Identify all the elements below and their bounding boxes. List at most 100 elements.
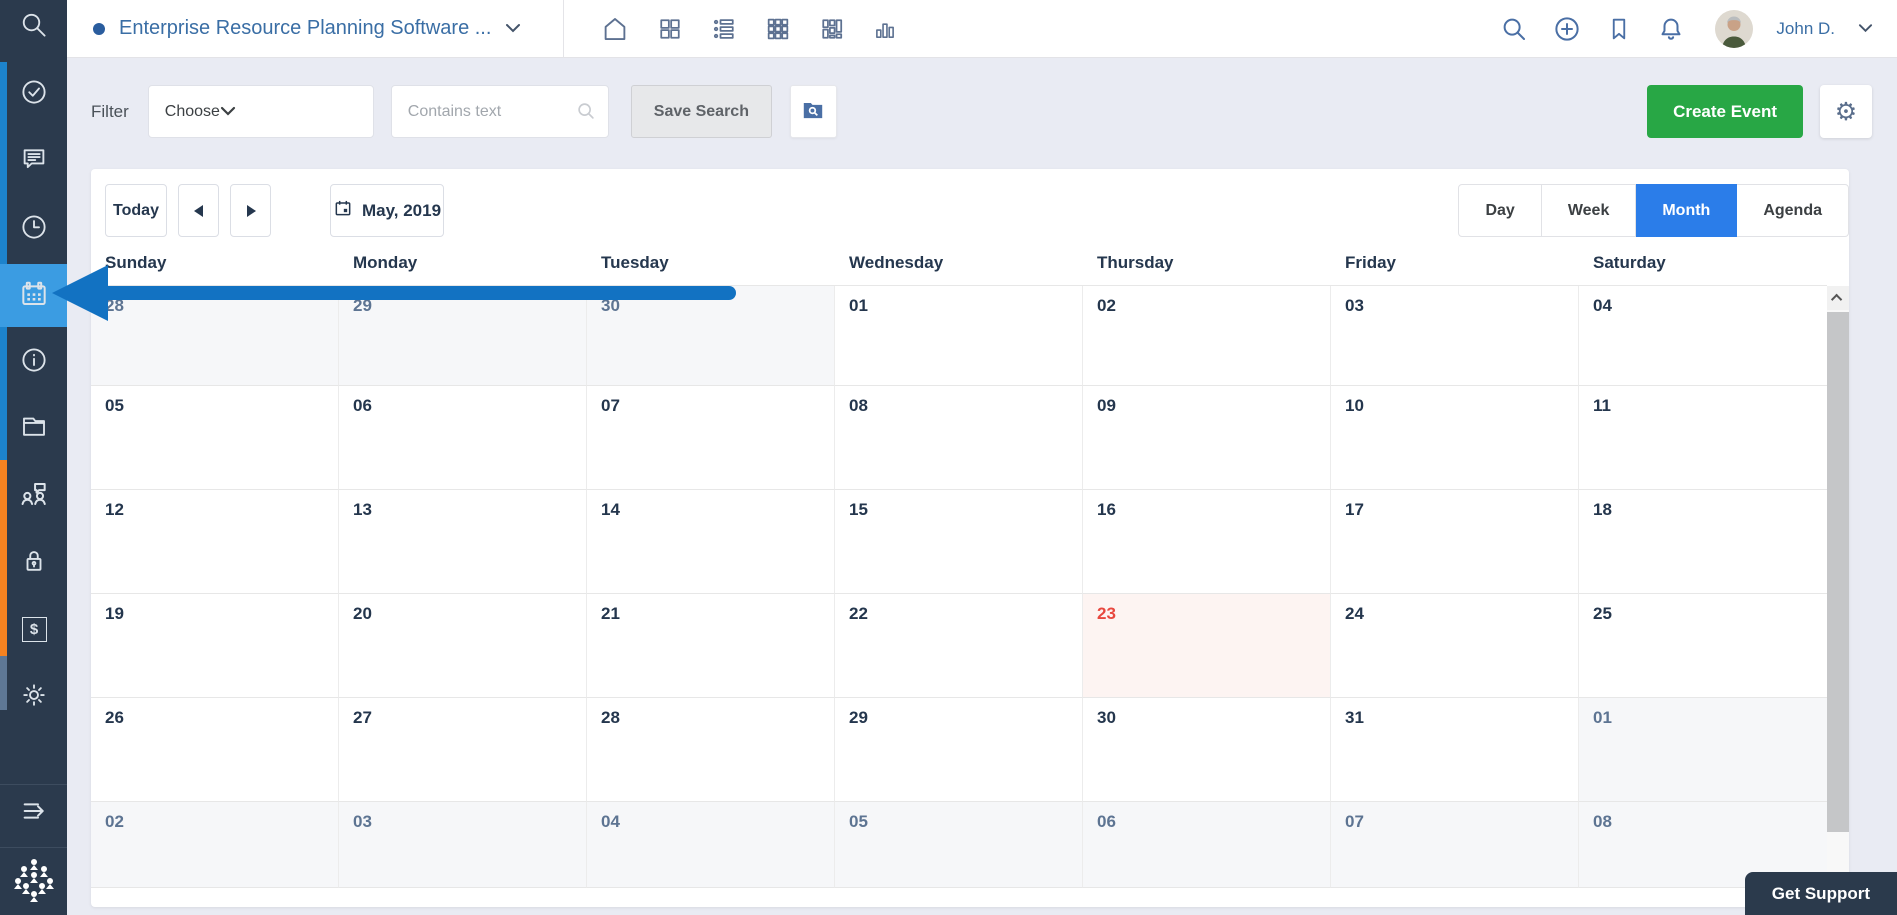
notifications-icon[interactable] (1656, 14, 1686, 44)
calendar-cell-22[interactable]: 22 (835, 594, 1083, 698)
calendar-cell-30[interactable]: 30 (1083, 698, 1331, 802)
sidebar-item-collaboration[interactable] (10, 472, 58, 520)
calendar-cell-26[interactable]: 26 (91, 698, 339, 802)
prev-month-button[interactable] (178, 184, 219, 237)
calendar-cell-25[interactable]: 25 (1579, 594, 1827, 698)
calendar-cell-28[interactable]: 28 (91, 286, 339, 386)
lock-icon (19, 546, 49, 581)
calendar-cell-20[interactable]: 20 (339, 594, 587, 698)
list-view-icon[interactable] (710, 15, 738, 43)
calendar-cell-01[interactable]: 01 (835, 286, 1083, 386)
collapse-arrow-icon (18, 795, 50, 832)
day-number: 09 (1097, 396, 1116, 415)
calendar-cell-04[interactable]: 04 (1579, 286, 1827, 386)
sidebar-item-billing[interactable]: $ (10, 605, 58, 653)
sidebar-item-info[interactable] (10, 338, 58, 386)
workspace-selector[interactable]: Enterprise Resource Planning Software ..… (93, 17, 521, 40)
next-month-button[interactable] (230, 184, 271, 237)
calendar-cell-29[interactable]: 29 (339, 286, 587, 386)
sidebar-item-settings[interactable] (10, 673, 58, 721)
calendar-cell-30[interactable]: 30 (587, 286, 835, 386)
calendar-cell-19[interactable]: 19 (91, 594, 339, 698)
day-number: 07 (601, 396, 620, 415)
bar-chart-icon[interactable] (872, 16, 898, 42)
calendar-cell-13[interactable]: 13 (339, 490, 587, 594)
filter-select[interactable]: Choose (148, 85, 374, 138)
calendar-cell-03[interactable]: 03 (1331, 286, 1579, 386)
sidebar-item-time[interactable] (10, 205, 58, 253)
calendar-cell-01[interactable]: 01 (1579, 698, 1827, 802)
get-support-button[interactable]: Get Support (1745, 872, 1897, 915)
calendar-cell-14[interactable]: 14 (587, 490, 835, 594)
day-number: 28 (105, 296, 124, 315)
calendar-cell-04[interactable]: 04 (587, 802, 835, 888)
company-logo[interactable] (10, 854, 58, 906)
calendar-cell-05[interactable]: 05 (91, 386, 339, 490)
calendar-cell-29[interactable]: 29 (835, 698, 1083, 802)
calendar-cell-27[interactable]: 27 (339, 698, 587, 802)
sidebar-collapse-button[interactable] (10, 789, 58, 837)
kanban-icon[interactable] (818, 15, 846, 43)
calendar-cell-03[interactable]: 03 (339, 802, 587, 888)
calendar-cell-16[interactable]: 16 (1083, 490, 1331, 594)
sidebar-item-search[interactable] (10, 3, 58, 51)
view-button-month[interactable]: Month (1636, 184, 1737, 237)
folder-search-icon (800, 97, 826, 126)
day-number: 26 (105, 708, 124, 727)
calendar-cell-11[interactable]: 11 (1579, 386, 1827, 490)
saved-searches-button[interactable] (790, 85, 837, 138)
calendar-cell-06[interactable]: 06 (339, 386, 587, 490)
calendar-cell-09[interactable]: 09 (1083, 386, 1331, 490)
vertical-scrollbar[interactable] (1827, 286, 1849, 887)
home-icon[interactable] (600, 14, 630, 44)
calendar-cell-21[interactable]: 21 (587, 594, 835, 698)
chevron-down-icon[interactable] (1858, 20, 1873, 38)
user-name[interactable]: John D. (1776, 19, 1835, 39)
scroll-up-button[interactable] (1827, 286, 1849, 310)
calendar-cell-18[interactable]: 18 (1579, 490, 1827, 594)
calendar-cell-06[interactable]: 06 (1083, 802, 1331, 888)
view-button-agenda[interactable]: Agenda (1737, 184, 1849, 237)
filter-bar: Filter Choose Save Search Create Event ⚙ (67, 58, 1897, 138)
calendar-settings-button[interactable]: ⚙ (1820, 85, 1872, 138)
view-button-day[interactable]: Day (1458, 184, 1541, 237)
calendar-cell-24[interactable]: 24 (1331, 594, 1579, 698)
calendar-cell-17[interactable]: 17 (1331, 490, 1579, 594)
add-icon[interactable] (1552, 14, 1582, 44)
search-icon[interactable] (1499, 14, 1529, 44)
calendar-cell-07[interactable]: 07 (587, 386, 835, 490)
calendar-cell-15[interactable]: 15 (835, 490, 1083, 594)
scrollbar-thumb[interactable] (1827, 312, 1849, 832)
bookmark-icon[interactable] (1605, 15, 1633, 43)
grid-3x3-icon[interactable] (764, 15, 792, 43)
calendar-cell-02[interactable]: 02 (91, 802, 339, 888)
sidebar-item-messages[interactable] (10, 137, 58, 185)
date-picker-button[interactable]: May, 2019 (330, 184, 444, 237)
day-number: 23 (1097, 604, 1116, 623)
calendar-cell-23-today[interactable]: 23 (1083, 594, 1331, 698)
calendar-grid-wrap: 2829300102030405060708091011121314151617… (91, 285, 1849, 888)
calendar-cell-28[interactable]: 28 (587, 698, 835, 802)
today-button[interactable]: Today (105, 184, 167, 237)
sidebar-item-calendar[interactable] (0, 272, 67, 320)
content-area: Enterprise Resource Planning Software ..… (67, 0, 1897, 915)
grid-2x2-icon[interactable] (656, 15, 684, 43)
save-search-button[interactable]: Save Search (631, 85, 772, 138)
avatar[interactable] (1715, 10, 1753, 48)
view-button-week[interactable]: Week (1542, 184, 1637, 237)
sidebar-item-security[interactable] (10, 539, 58, 587)
calendar-cell-10[interactable]: 10 (1331, 386, 1579, 490)
calendar-cell-02[interactable]: 02 (1083, 286, 1331, 386)
day-number: 04 (601, 812, 620, 831)
calendar-cell-08[interactable]: 08 (835, 386, 1083, 490)
sidebar-item-files[interactable] (10, 404, 58, 452)
sidebar-item-tasks[interactable] (10, 70, 58, 118)
day-number: 12 (105, 500, 124, 519)
calendar-cell-05[interactable]: 05 (835, 802, 1083, 888)
contains-text-wrap (391, 85, 609, 138)
calendar-cell-12[interactable]: 12 (91, 490, 339, 594)
create-event-button[interactable]: Create Event (1647, 85, 1803, 138)
calendar-cell-31[interactable]: 31 (1331, 698, 1579, 802)
day-number: 03 (1345, 296, 1364, 315)
calendar-cell-07[interactable]: 07 (1331, 802, 1579, 888)
